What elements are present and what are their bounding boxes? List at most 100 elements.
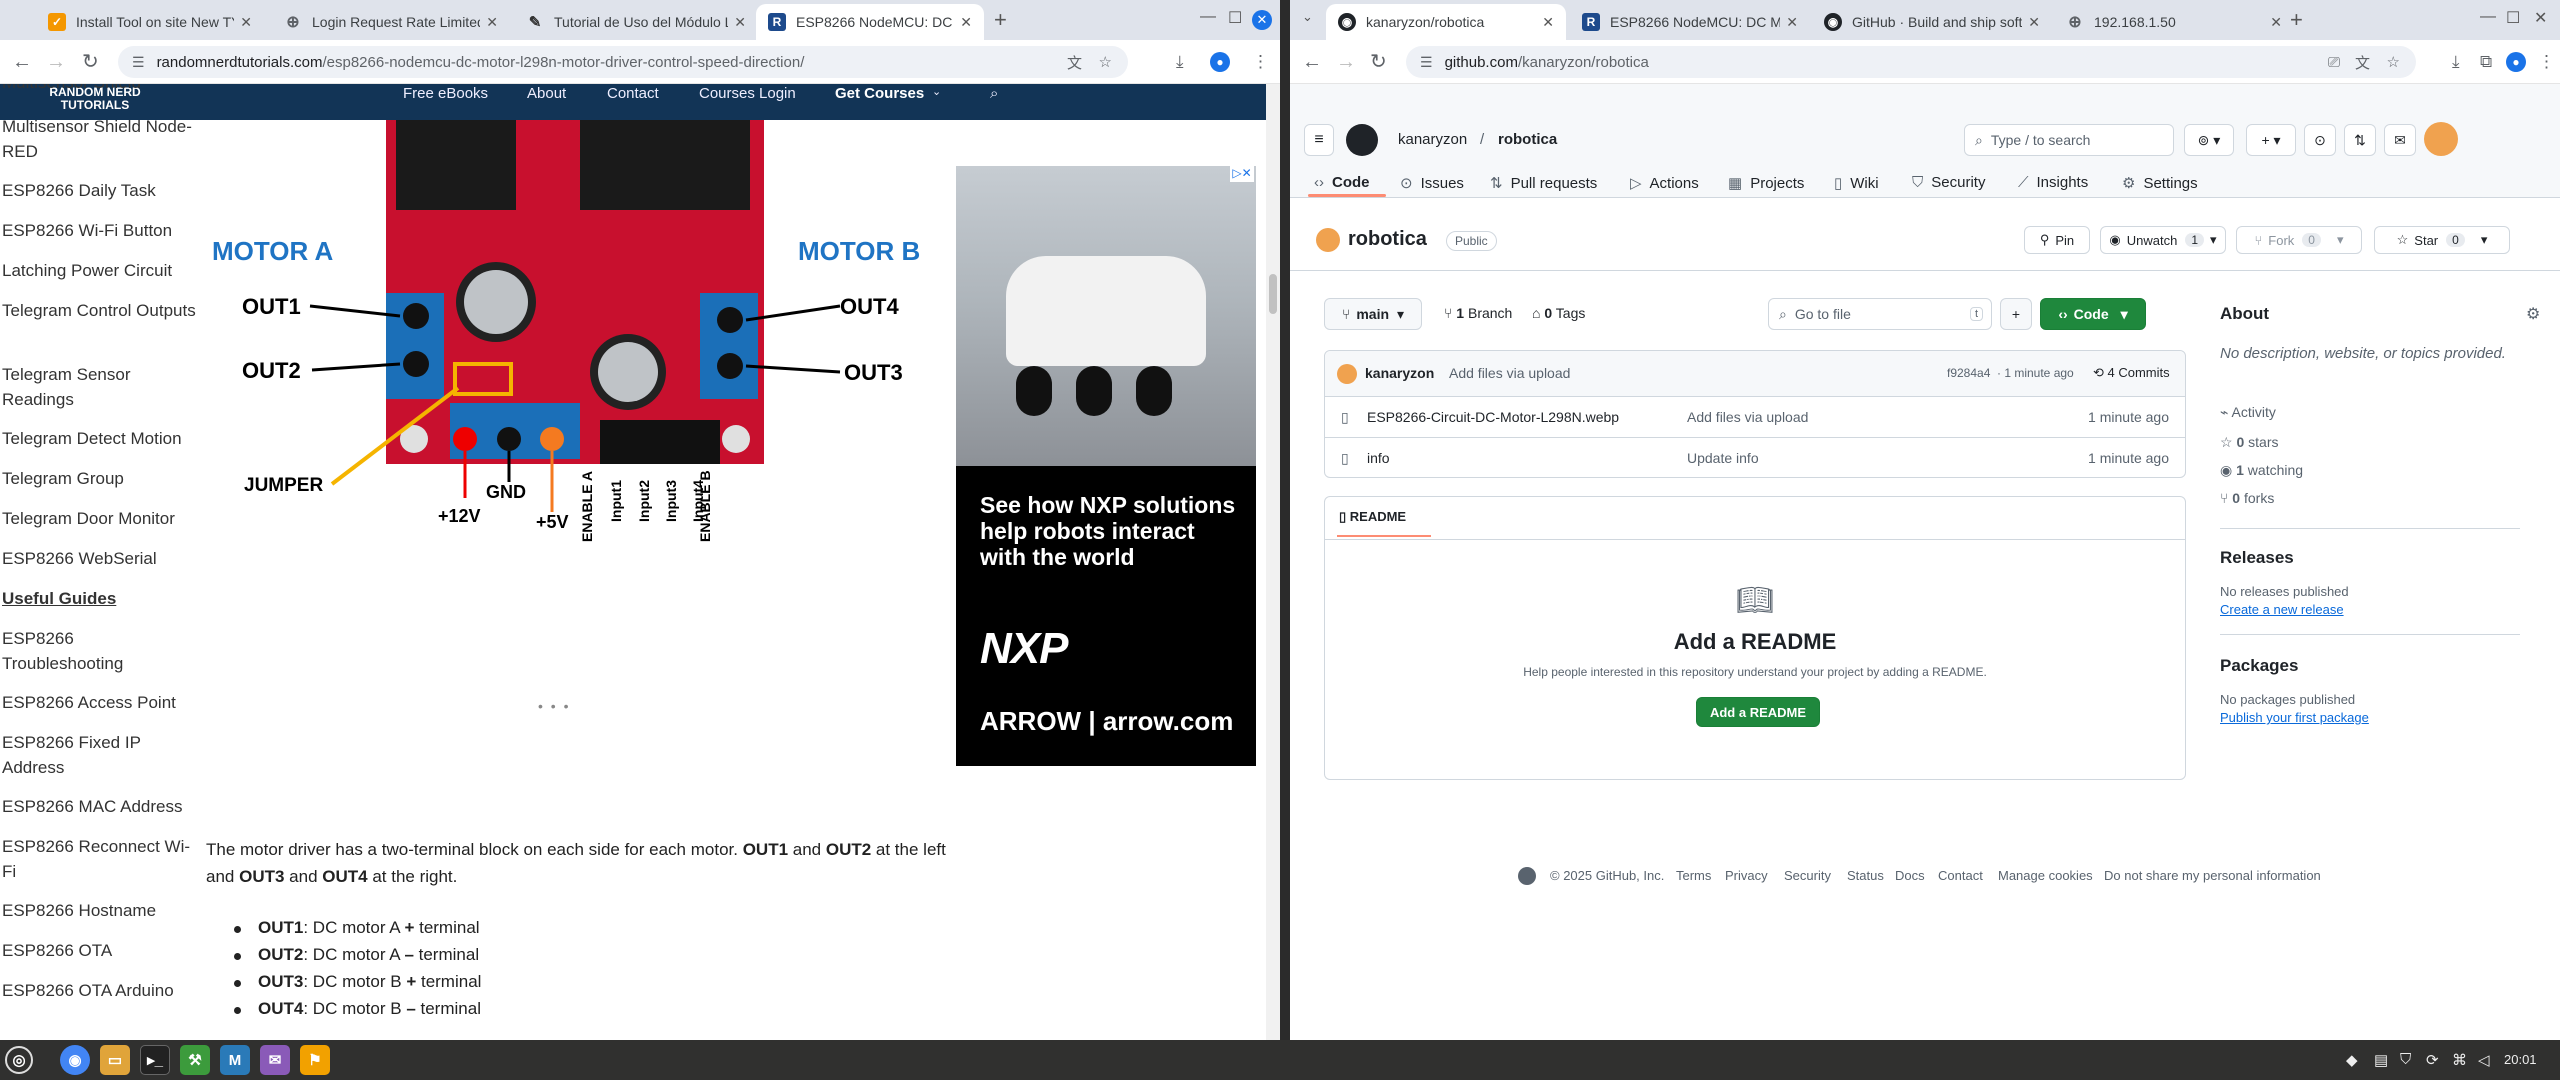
scrollbar-thumb[interactable]: [1269, 274, 1277, 314]
ad-close-icon[interactable]: ▷✕: [1230, 166, 1254, 182]
footer-link-docs[interactable]: Docs: [1895, 868, 1925, 883]
profile-avatar[interactable]: ●: [2506, 52, 2526, 72]
files-icon[interactable]: ▭: [100, 1045, 130, 1075]
github-logo-icon[interactable]: [1346, 124, 1378, 156]
pin-button[interactable]: ⚲ Pin: [2024, 226, 2090, 254]
breadcrumb-owner[interactable]: kanaryzon: [1398, 131, 1467, 148]
close-icon[interactable]: ✕: [960, 14, 972, 31]
tab-github-home[interactable]: ◉ GitHub · Build and ship softw ✕: [1812, 4, 2052, 40]
download-icon[interactable]: ⤓: [1176, 52, 1184, 72]
tool-icon[interactable]: ⚒: [180, 1045, 210, 1075]
app-ide-icon[interactable]: ⚑: [300, 1045, 330, 1075]
tab-actions[interactable]: ▷ Actions: [1630, 174, 1699, 193]
nxp-advert[interactable]: See how NXP solutions help robots intera…: [956, 166, 1256, 766]
inbox-icon[interactable]: ✉: [2384, 124, 2416, 156]
footer-link-do-not-share[interactable]: Do not share my personal information: [2104, 868, 2321, 883]
sidebar-item[interactable]: ESP8266 Daily Task: [2, 178, 198, 203]
close-icon[interactable]: ✕: [2270, 14, 2282, 31]
sidebar-item[interactable]: ESP8266 MAC Address: [2, 794, 198, 819]
maximize-button[interactable]: ☐: [2506, 8, 2520, 28]
copilot-button[interactable]: ⊚ ▾: [2184, 124, 2234, 156]
bookmark-star-icon[interactable]: ☆: [2387, 53, 2400, 71]
network-icon[interactable]: ⌘: [2452, 1051, 2467, 1069]
issues-icon[interactable]: ⊙: [2304, 124, 2336, 156]
sidebar-item[interactable]: ESP8266 WebSerial: [2, 546, 198, 571]
commit-hash[interactable]: f9284a4: [1947, 366, 1990, 380]
extensions-icon[interactable]: ⧉: [2480, 52, 2492, 72]
sidebar-item[interactable]: Telegram Control Outputs: [2, 298, 198, 323]
close-icon[interactable]: ✕: [240, 14, 252, 31]
file-commit-message[interactable]: Update info: [1687, 450, 1759, 466]
stars-link[interactable]: ☆ 0 stars: [2220, 434, 2278, 451]
commit-author[interactable]: kanaryzon: [1365, 365, 1434, 381]
sidebar-item[interactable]: Telegram Detect Motion: [2, 426, 198, 451]
sidebar-item[interactable]: Telegram Group: [2, 466, 198, 491]
file-name[interactable]: ESP8266-Circuit-DC-Motor-L298N.webp: [1367, 409, 1619, 425]
nav-courses-login[interactable]: Courses Login: [699, 85, 796, 102]
close-icon[interactable]: ✕: [1542, 14, 1554, 31]
go-to-file-input[interactable]: ⌕ Go to file t: [1768, 298, 1992, 330]
sidebar-item[interactable]: ESP8266 Wi-Fi Button: [2, 218, 198, 243]
table-row[interactable]: ▯ ESP8266-Circuit-DC-Motor-L298N.webp Ad…: [1325, 396, 2185, 437]
page-scrollbar[interactable]: [1266, 84, 1280, 1040]
sidebar-item[interactable]: ESP8266 Fixed IP Address: [2, 730, 198, 780]
site-info-icon[interactable]: ☰: [1420, 54, 1433, 71]
tab-issues[interactable]: ⊙ Issues: [1400, 174, 1464, 193]
new-tab-button[interactable]: +: [2290, 9, 2303, 31]
hamburger-menu-icon[interactable]: ≡: [1304, 124, 1334, 156]
tab-pull-requests[interactable]: ⇅ Pull requests: [1490, 174, 1597, 193]
create-release-link[interactable]: Create a new release: [2220, 602, 2344, 617]
close-icon[interactable]: ✕: [1786, 14, 1798, 31]
avatar[interactable]: [2424, 122, 2458, 156]
forward-icon[interactable]: →: [46, 50, 66, 74]
address-bar[interactable]: ☰ randomnerdtutorials.com/esp8266-nodemc…: [118, 46, 1128, 78]
search-input[interactable]: ⌕ Type / to search: [1964, 124, 2174, 156]
footer-link-manage-cookies[interactable]: Manage cookies: [1998, 868, 2093, 883]
tab-search-icon[interactable]: ⌄: [1302, 9, 1313, 25]
branches-link[interactable]: ⑂ 1 Branch: [1444, 305, 1512, 321]
maximize-button[interactable]: ☐: [1228, 8, 1242, 28]
pull-requests-icon[interactable]: ⇅: [2344, 124, 2376, 156]
minimize-button[interactable]: —: [1200, 8, 1216, 26]
sidebar-item[interactable]: ESP8266 OTA: [2, 938, 198, 963]
add-readme-button[interactable]: Add a README: [1696, 697, 1820, 727]
close-icon[interactable]: ✕: [2028, 14, 2040, 31]
sidebar-item[interactable]: Multisensor Shield Node-RED: [2, 114, 198, 164]
download-icon[interactable]: ⤓: [2452, 52, 2460, 72]
tab-code[interactable]: ‹› Code: [1314, 174, 1370, 191]
volume-icon[interactable]: ◁: [2478, 1051, 2490, 1069]
chrome-icon[interactable]: ◉: [60, 1045, 90, 1075]
nav-free-ebooks[interactable]: Free eBooks: [403, 85, 488, 102]
github-logo-icon[interactable]: [1518, 867, 1536, 885]
tab-install-tool[interactable]: ✓ Install Tool on site New TYPO ✕: [36, 4, 264, 40]
close-window-button[interactable]: ✕: [1252, 10, 1272, 30]
packages-heading[interactable]: Packages: [2220, 656, 2298, 676]
clipboard-icon[interactable]: ▤: [2374, 1051, 2388, 1069]
tab-local-ip[interactable]: ⊕ 192.168.1.50 ✕: [2054, 4, 2294, 40]
sidebar-item[interactable]: ESP8266 Access Point: [2, 690, 198, 715]
tab-esp8266-dc-motor[interactable]: R ESP8266 NodeMCU: DC Mo ✕: [1570, 4, 1810, 40]
commits-link[interactable]: ⟲ 4 Commits: [2093, 365, 2170, 381]
commit-message[interactable]: Add files via upload: [1449, 365, 1570, 381]
close-icon[interactable]: ✕: [734, 14, 746, 31]
start-menu-icon[interactable]: ◎: [5, 1046, 33, 1074]
menu-kebab-icon[interactable]: ⋮: [1252, 52, 1269, 72]
table-row[interactable]: ▯ info Update info 1 minute ago: [1325, 437, 2185, 478]
footer-link-terms[interactable]: Terms: [1676, 868, 1711, 883]
profile-avatar[interactable]: ●: [1210, 52, 1230, 72]
nav-get-courses[interactable]: Get Courses: [835, 85, 924, 102]
menu-kebab-icon[interactable]: ⋮: [2538, 52, 2555, 72]
app-m-icon[interactable]: M: [220, 1045, 250, 1075]
tags-link[interactable]: ⌂ 0 Tags: [1532, 305, 1585, 321]
app-chat-icon[interactable]: ✉: [260, 1045, 290, 1075]
footer-link-contact[interactable]: Contact: [1938, 868, 1983, 883]
tab-projects[interactable]: ▦ Projects: [1728, 174, 1804, 193]
branch-select[interactable]: ⑂ main ▾: [1324, 298, 1422, 330]
activity-link[interactable]: ⌁ Activity: [2220, 404, 2276, 421]
dropbox-icon[interactable]: ◆: [2346, 1051, 2358, 1069]
translate-icon[interactable]: 文: [1067, 52, 1082, 73]
search-icon[interactable]: ⌕: [990, 85, 998, 102]
back-icon[interactable]: ←: [1302, 50, 1322, 74]
readme-tab[interactable]: ▯ README: [1339, 509, 1406, 525]
address-bar[interactable]: ☰ github.com/kanaryzon/robotica ⎚ 文 ☆: [1406, 46, 2416, 78]
